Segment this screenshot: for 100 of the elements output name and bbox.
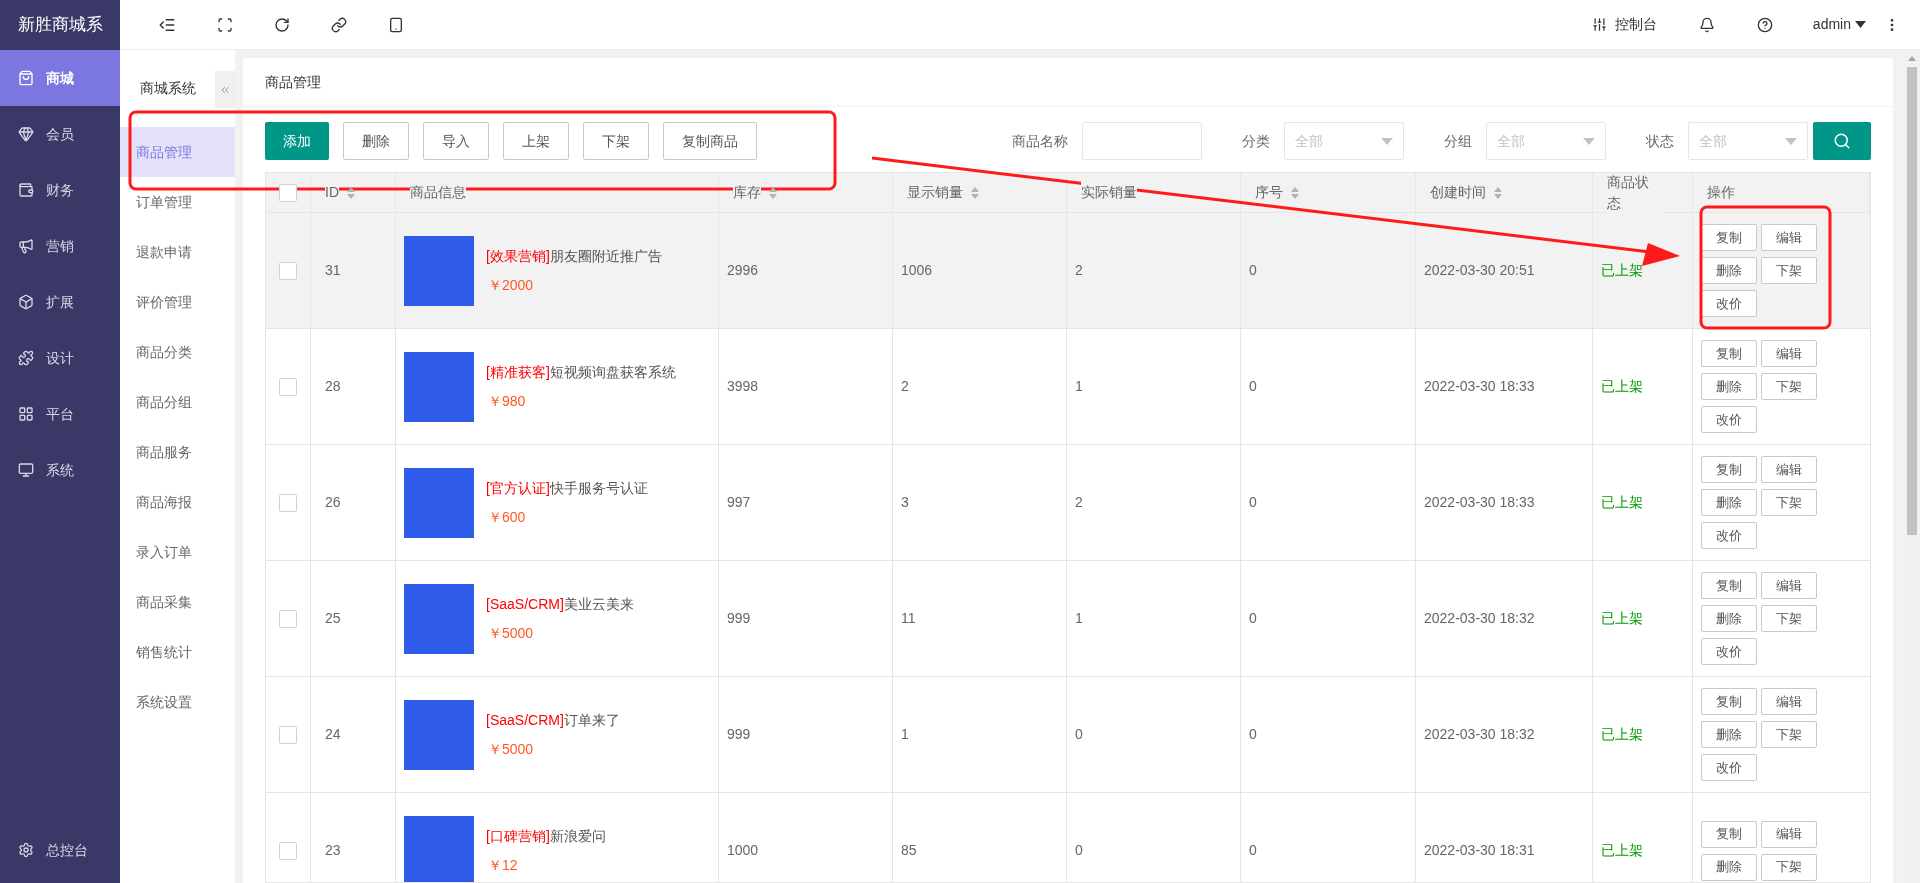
row-action-button[interactable]: 下架 xyxy=(1761,373,1817,400)
row-action-button[interactable]: 复制 xyxy=(1701,224,1757,251)
table-cell-text: 0 xyxy=(1249,377,1257,396)
product-title[interactable]: [SaaS/CRM]美业云美来 xyxy=(486,593,634,615)
table-cell-text: 2022-03-30 18:32 xyxy=(1424,609,1535,628)
table-cell-text: 0 xyxy=(1249,261,1257,280)
tablet-icon[interactable] xyxy=(388,16,404,33)
sidebar-item[interactable]: 系统 xyxy=(0,442,120,498)
console-link[interactable]: 控制台 xyxy=(1591,14,1657,35)
checkbox[interactable] xyxy=(279,183,297,202)
table-cell-text: 31 xyxy=(325,261,341,280)
row-action-button[interactable]: 删除 xyxy=(1701,853,1757,881)
sort-icon[interactable] xyxy=(971,186,979,199)
table-row[interactable]: 31 [效果营销]朋友圈附近推广告 ￥2000 2996 1006 2 0 2022-03-30 20:51 已上架 复制 编辑 删除 下架 改价 xyxy=(266,213,1870,329)
checkbox[interactable] xyxy=(279,841,297,860)
row-action-button[interactable]: 改价 xyxy=(1701,754,1757,781)
product-title[interactable]: [官方认证]快手服务号认证 xyxy=(486,477,648,499)
sidebar-item[interactable]: 平台 xyxy=(0,386,120,442)
row-action-button[interactable]: 编辑 xyxy=(1761,820,1817,848)
sub-navigation-item[interactable]: 商品海报 xyxy=(120,477,235,527)
sidebar-item[interactable]: 商城 xyxy=(0,50,120,106)
table-row[interactable]: 24 [SaaS/CRM]订单来了 ￥5000 999 1 0 0 2022-03-30 18:32 已上架 复制 编辑 删除 下架 改价 xyxy=(266,677,1870,793)
product-title[interactable]: [口碑营销]新浪爱问 xyxy=(486,825,606,847)
sort-icon[interactable] xyxy=(1494,186,1502,199)
row-action-button[interactable]: 删除 xyxy=(1701,721,1757,748)
sub-navigation-item[interactable]: 销售统计 xyxy=(120,627,235,677)
sub-navigation-item[interactable]: 商品采集 xyxy=(120,577,235,627)
table-cell-text: 2 xyxy=(901,377,909,396)
table-cell-text: 26 xyxy=(325,493,341,512)
fullscreen-icon[interactable] xyxy=(217,16,233,33)
toolbar-button[interactable]: 上架 xyxy=(503,122,569,160)
checkbox[interactable] xyxy=(279,725,297,744)
sort-icon[interactable] xyxy=(1291,186,1299,199)
sub-navigation-item[interactable]: 评价管理 xyxy=(120,277,235,327)
sub-navigation-item[interactable]: 商品分类 xyxy=(120,327,235,377)
sub-navigation-item[interactable]: 商品服务 xyxy=(120,427,235,477)
product-title[interactable]: [精准获客]短视频询盘获客系统 xyxy=(486,361,676,383)
row-action-button[interactable]: 编辑 xyxy=(1761,224,1817,251)
product-title[interactable]: [效果营销]朋友圈附近推广告 xyxy=(486,245,662,267)
sub-navigation-item[interactable]: 退款申请 xyxy=(120,227,235,277)
product-title[interactable]: [SaaS/CRM]订单来了 xyxy=(486,709,620,731)
refresh-icon[interactable] xyxy=(274,16,290,33)
checkbox[interactable] xyxy=(279,609,297,628)
checkbox[interactable] xyxy=(279,261,297,280)
row-action-button[interactable]: 删除 xyxy=(1701,605,1757,632)
checkbox[interactable] xyxy=(279,493,297,512)
notification-icon[interactable] xyxy=(1698,16,1715,33)
sidebar-item[interactable]: 营销 xyxy=(0,218,120,274)
sidebar-item[interactable]: 会员 xyxy=(0,106,120,162)
help-icon[interactable] xyxy=(1756,16,1773,33)
sidebar-item[interactable]: 设计 xyxy=(0,330,120,386)
sub-navigation-item[interactable]: 订单管理 xyxy=(120,177,235,227)
sort-icon[interactable] xyxy=(769,186,777,199)
table-row[interactable]: 26 [官方认证]快手服务号认证 ￥600 997 3 2 0 2022-03-30 18:33 已上架 复制 编辑 删除 下架 改价 xyxy=(266,445,1870,561)
row-action-button[interactable]: 下架 xyxy=(1761,853,1817,881)
row-action-button[interactable]: 编辑 xyxy=(1761,688,1817,715)
row-action-button[interactable]: 编辑 xyxy=(1761,340,1817,367)
scroll-up-icon[interactable] xyxy=(1907,56,1916,61)
row-action-button[interactable]: 复制 xyxy=(1701,820,1757,848)
row-action-button[interactable]: 复制 xyxy=(1701,456,1757,483)
row-action-button[interactable]: 复制 xyxy=(1701,572,1757,599)
row-action-button[interactable]: 下架 xyxy=(1761,721,1817,748)
row-action-button[interactable]: 改价 xyxy=(1701,290,1757,317)
toolbar-button[interactable]: 添加 xyxy=(265,122,329,160)
sub-navigation-title: 商城系统 xyxy=(140,79,196,98)
scrollbar-thumb[interactable] xyxy=(1906,67,1917,535)
link-icon[interactable] xyxy=(331,16,347,33)
row-action-button[interactable]: 改价 xyxy=(1701,406,1757,433)
table-row[interactable]: 28 [精准获客]短视频询盘获客系统 ￥980 3998 2 1 0 2022-03-30 18:33 已上架 复制 编辑 删除 下架 改价 xyxy=(266,329,1870,445)
collapse-button[interactable] xyxy=(215,71,235,108)
row-action-button[interactable]: 编辑 xyxy=(1761,572,1817,599)
sub-navigation-item[interactable]: 商品分组 xyxy=(120,377,235,427)
sidebar-item[interactable]: 财务 xyxy=(0,162,120,218)
row-action-button[interactable]: 编辑 xyxy=(1761,456,1817,483)
table-row[interactable]: 25 [SaaS/CRM]美业云美来 ￥5000 999 11 1 0 2022-03-30 18:32 已上架 复制 编辑 删除 下架 改价 xyxy=(266,561,1870,677)
row-action-button[interactable]: 下架 xyxy=(1761,489,1817,516)
user-menu[interactable]: admin xyxy=(1812,14,1866,35)
row-action-button[interactable]: 下架 xyxy=(1761,257,1817,284)
row-action-button[interactable]: 复制 xyxy=(1701,688,1757,715)
row-action-button[interactable]: 下架 xyxy=(1761,605,1817,632)
toolbar-button[interactable]: 复制商品 xyxy=(663,122,757,160)
search-button[interactable] xyxy=(1813,122,1871,160)
sort-icon[interactable] xyxy=(347,186,355,199)
sub-navigation-item[interactable]: 录入订单 xyxy=(120,527,235,577)
toolbar-button[interactable]: 删除 xyxy=(343,122,409,160)
row-action-button[interactable]: 删除 xyxy=(1701,489,1757,516)
table-cell-text: 2996 xyxy=(727,261,759,280)
row-action-button[interactable]: 改价 xyxy=(1701,638,1757,665)
sidebar-item[interactable]: 总控台 xyxy=(0,825,120,875)
sub-navigation-item[interactable]: 系统设置 xyxy=(120,677,235,727)
product-name-field[interactable] xyxy=(1082,122,1202,160)
row-action-button[interactable]: 复制 xyxy=(1701,340,1757,367)
row-action-button[interactable]: 改价 xyxy=(1701,522,1757,549)
toolbar-button[interactable]: 导入 xyxy=(423,122,489,160)
toolbar-button[interactable]: 下架 xyxy=(583,122,649,160)
checkbox[interactable] xyxy=(279,377,297,396)
sidebar-item[interactable]: 扩展 xyxy=(0,274,120,330)
row-action-button[interactable]: 删除 xyxy=(1701,373,1757,400)
row-action-button[interactable]: 删除 xyxy=(1701,257,1757,284)
shopping-bag-icon xyxy=(18,70,34,86)
